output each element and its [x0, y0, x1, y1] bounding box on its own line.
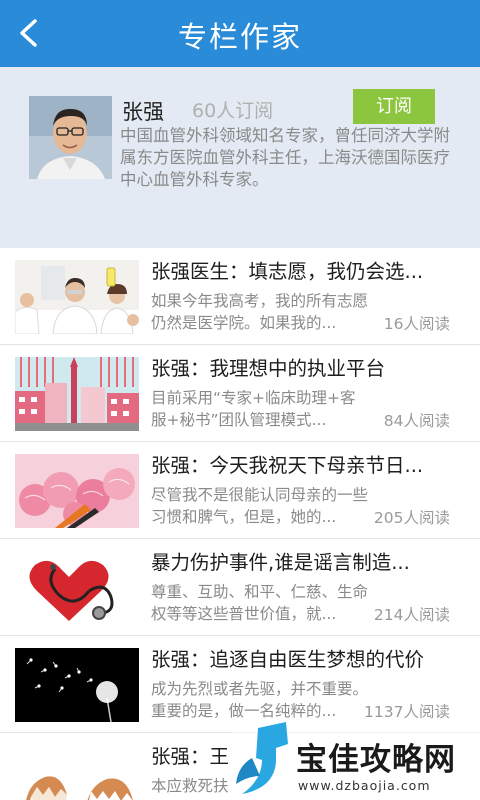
article-item[interactable]: 张强：我理想中的执业平台 目前采用“专家+临床助理+客服+秘书”团队管理模式..… [0, 345, 480, 442]
author-name: 张强 [122, 100, 164, 124]
article-title: 张强：追逐自由医生梦想的代价 [151, 648, 425, 671]
article-title: 张强：我理想中的执业平台 [151, 357, 386, 380]
carnations-image [15, 454, 139, 528]
read-count: 16人阅读 [383, 315, 450, 333]
article-item[interactable]: 暴力伤护事件,谁是谣言制造... 尊重、互助、和平、仁慈、生命权等等这些普世价值… [0, 539, 480, 636]
page-title: 专栏作家 [177, 20, 302, 54]
article-summary: 成为先烈或者先驱，并不重要。重要的是，做一名纯粹的... [151, 680, 369, 720]
article-title: 张强：今天我祝天下母亲节日... [151, 454, 424, 477]
eggshell-image [15, 745, 139, 800]
city-illustration-image [15, 357, 139, 431]
app-header: 专栏作家 [0, 0, 480, 67]
author-avatar [29, 96, 112, 179]
dandelion-image [15, 648, 139, 722]
article-item[interactable]: 张强医生：填志愿，我仍会选... 如果今年我高考，我的所有志愿仍然是医学院。如果… [0, 248, 480, 345]
article-summary: 尊重、互助、和平、仁慈、生命权等等这些普世价值，就... [151, 583, 369, 623]
article-summary: 如果今年我高考，我的所有志愿仍然是医学院。如果我的... [151, 292, 369, 332]
article-summary: 目前采用“专家+临床助理+客服+秘书”团队管理模式... [151, 389, 356, 429]
read-count: 84人阅读 [383, 412, 450, 430]
read-count: 214人阅读 [373, 606, 450, 624]
author-profile: 张强 60人订阅 订阅 中国血管外科领域知名专家，曾任同济大学附属东方医院血管外… [0, 67, 480, 248]
heart-stethoscope-image [15, 551, 139, 625]
article-title: 张强医生：填志愿，我仍会选... [151, 260, 424, 283]
subscriber-count: 60人订阅 [192, 100, 274, 122]
watermark-url: www.dzbaojia.com [298, 778, 431, 793]
lab-scientists-image [15, 260, 139, 334]
article-item[interactable]: 张强：今天我祝天下母亲节日... 尽管我不是很能认同母亲的一些习惯和脾气，但是，… [0, 442, 480, 539]
article-title: 暴力伤护事件,谁是谣言制造... [151, 551, 410, 574]
article-summary: 尽管我不是很能认同母亲的一些习惯和脾气，但是，她的... [151, 486, 369, 526]
author-bio: 中国血管外科领域知名专家，曾任同济大学附属东方医院血管外科主任，上海沃德国际医疗… [120, 126, 450, 189]
read-count: 205人阅读 [373, 509, 450, 527]
subscribe-button[interactable]: 订阅 [353, 89, 435, 124]
watermark-name: 宝佳攻略网 [296, 742, 456, 778]
